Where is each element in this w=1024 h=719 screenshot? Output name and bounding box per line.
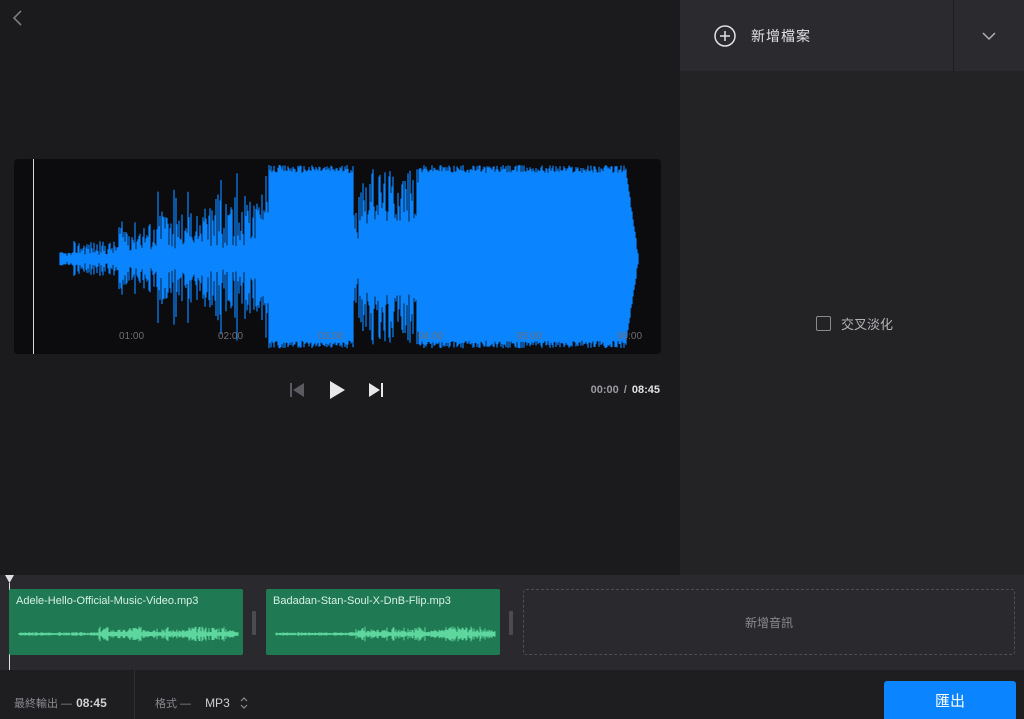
timeline-track[interactable]: Adele-Hello-Official-Music-Video.mp3 Bad…: [0, 575, 1024, 670]
tick-label: 02:00: [218, 331, 244, 342]
add-audio-label: 新增音訊: [744, 615, 793, 630]
add-audio-button[interactable]: 新增音訊: [523, 589, 1015, 655]
time-separator: /: [623, 384, 627, 396]
waveform-path: [59, 165, 639, 349]
skip-back-button[interactable]: [288, 378, 306, 407]
editor-area: 01:00 02:00 03:00 04:00 05:00 06:00 00:0…: [0, 0, 680, 575]
divider: [134, 670, 135, 719]
current-time: 00:00: [590, 384, 619, 396]
format-label: 格式 —: [155, 698, 192, 710]
right-panel-header: 新增檔案: [680, 0, 1024, 71]
tick-label: 03:00: [318, 331, 344, 342]
format-selector[interactable]: 格式 — MP3: [155, 695, 248, 711]
clip-drag-handle[interactable]: [509, 611, 513, 635]
add-file-label: 新增檔案: [751, 27, 811, 44]
waveform: [59, 165, 639, 349]
waveform-display[interactable]: 01:00 02:00 03:00 04:00 05:00 06:00: [14, 159, 661, 354]
clip-name: Adele-Hello-Official-Music-Video.mp3: [16, 595, 199, 607]
skip-forward-button[interactable]: [367, 378, 385, 407]
clip-waveform-path: [275, 626, 496, 642]
skip-forward-icon: [369, 383, 383, 397]
output-value: 08:45: [76, 696, 107, 710]
up-down-chevron-icon: [240, 697, 248, 709]
clip-waveform-path: [18, 626, 239, 642]
back-button[interactable]: [8, 6, 28, 30]
time-readout: 00:00 / 08:45: [591, 384, 660, 396]
tick-label: 04:00: [418, 331, 444, 342]
skip-back-icon: [290, 383, 304, 397]
output-duration: 最終輸出 —08:45: [14, 695, 107, 711]
chevron-left-icon: [12, 10, 22, 26]
tick-label: 01:00: [119, 331, 145, 342]
audio-clip[interactable]: Adele-Hello-Official-Music-Video.mp3: [9, 589, 243, 655]
crossfade-toggle[interactable]: 交叉淡化: [816, 314, 893, 333]
play-icon: [330, 381, 345, 399]
output-label: 最終輸出 —: [14, 698, 73, 710]
add-file-button[interactable]: 新增檔案: [680, 0, 953, 71]
clip-drag-handle[interactable]: [252, 611, 256, 635]
chevron-down-icon: [982, 31, 996, 40]
clip-name: Badadan-Stan-Soul-X-DnB-Flip.mp3: [273, 595, 451, 607]
play-button[interactable]: [326, 378, 348, 407]
crossfade-label: 交叉淡化: [841, 317, 894, 332]
clip-waveform: [18, 626, 239, 642]
tick-label: 05:00: [517, 331, 543, 342]
clip-waveform: [275, 626, 496, 642]
export-label: 匯出: [934, 692, 965, 710]
plus-circle-icon: [714, 24, 736, 47]
export-button[interactable]: 匯出: [884, 681, 1016, 719]
file-dropdown-button[interactable]: [954, 0, 1024, 71]
right-panel: 新增檔案 交叉淡化: [680, 0, 1024, 575]
total-time: 08:45: [631, 384, 660, 396]
format-value: MP3: [205, 696, 230, 710]
footer-bar: 最終輸出 —08:45 格式 — MP3 匯出: [0, 670, 1024, 719]
crossfade-checkbox[interactable]: [816, 316, 831, 331]
audio-clip[interactable]: Badadan-Stan-Soul-X-DnB-Flip.mp3: [266, 589, 500, 655]
tick-label: 06:00: [617, 331, 643, 342]
playhead[interactable]: [33, 159, 34, 354]
